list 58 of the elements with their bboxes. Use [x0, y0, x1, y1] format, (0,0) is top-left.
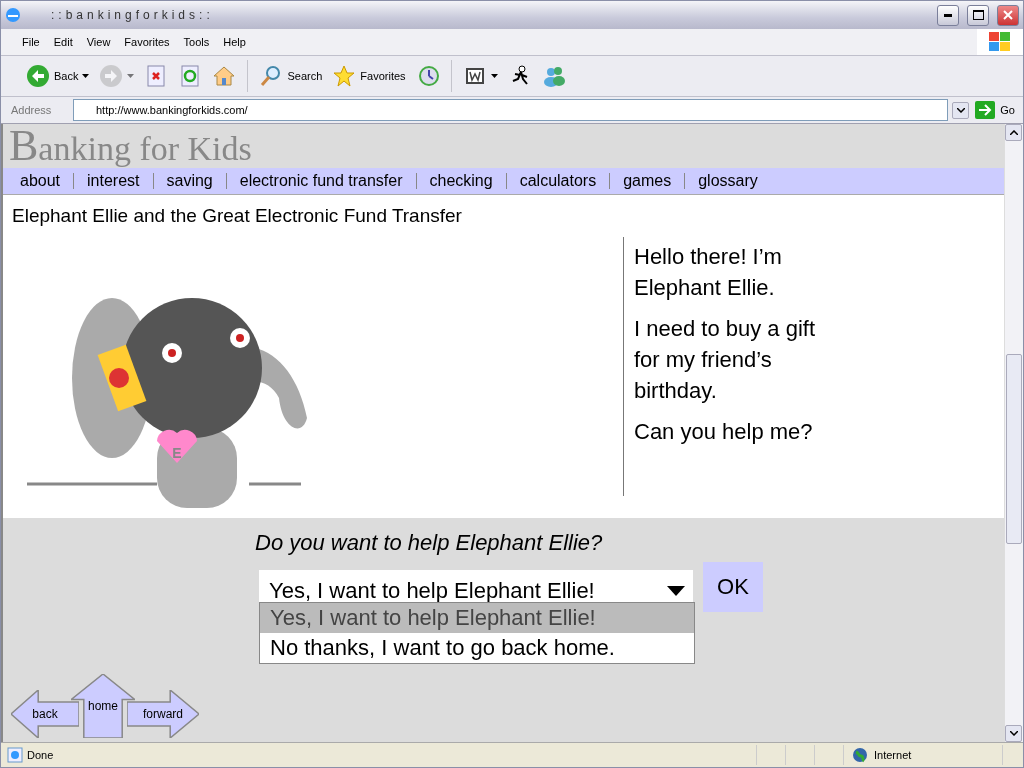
nav-link[interactable]: glossary — [685, 172, 771, 190]
maximize-button[interactable] — [967, 4, 989, 26]
close-icon — [1003, 10, 1013, 20]
home-icon — [212, 64, 237, 88]
nav-link[interactable]: electronic fund transfer — [226, 172, 416, 190]
menu-item[interactable]: Tools — [176, 34, 217, 50]
caret-icon — [82, 74, 90, 78]
scrollbar-thumb[interactable] — [1006, 354, 1022, 544]
menu-item[interactable]: View — [79, 34, 118, 50]
menu-item[interactable]: Edit — [46, 34, 80, 50]
nav-link[interactable]: calculators — [506, 172, 610, 190]
minimize-icon — [944, 13, 952, 17]
dropdown-option[interactable]: Yes, I want to help Elephant Ellie! — [260, 603, 694, 633]
nav-link[interactable]: interest — [74, 172, 153, 190]
ok-button[interactable]: OK — [703, 562, 763, 612]
nav-link[interactable]: about — [7, 172, 74, 190]
menu-item[interactable]: Help — [216, 34, 253, 50]
speech-paragraph: Can you help me? — [634, 418, 814, 446]
back-toolbar-button[interactable]: Back — [23, 62, 93, 90]
maximize-icon — [972, 10, 984, 20]
speech-paragraph: Hello there! I’m Elephant Ellie. — [634, 243, 783, 302]
forward-arrow-button[interactable]: forward — [127, 690, 199, 738]
chevron-down-icon — [956, 107, 965, 113]
status-text: Done — [27, 749, 54, 761]
windows-logo-icon — [989, 32, 1011, 52]
address-label: Address — [11, 104, 53, 116]
search-toolbar-button[interactable]: Search — [256, 62, 326, 90]
address-field[interactable]: http://www.bankingforkids.com/ — [73, 99, 949, 121]
page-icon — [7, 747, 23, 763]
chevron-down-icon — [1009, 731, 1018, 736]
scroll-down-button[interactable] — [1005, 725, 1022, 742]
site-logo: Banking for Kids — [8, 124, 253, 168]
chevron-up-icon — [1009, 130, 1018, 135]
star-icon — [332, 64, 357, 88]
window-title: ::bankingforkids:: — [51, 8, 215, 22]
page-heading: Elephant Ellie and the Great Electronic Fund Transfer — [11, 204, 463, 227]
close-button[interactable] — [997, 4, 1019, 26]
nav-link[interactable]: checking — [416, 172, 506, 190]
globe-icon — [852, 747, 868, 763]
nav-link[interactable]: games — [610, 172, 685, 190]
back-arrow-button[interactable]: back — [11, 690, 79, 738]
heart-letter: E — [172, 445, 182, 461]
nav-link[interactable]: saving — [153, 172, 226, 190]
minimize-button[interactable] — [937, 4, 959, 26]
go-button[interactable]: Go — [973, 101, 1017, 119]
zone-text: Internet — [874, 749, 912, 761]
scroll-up-button[interactable] — [1005, 124, 1022, 141]
dropdown-arrow-icon — [667, 586, 685, 596]
caret-icon — [490, 74, 498, 78]
menu-item[interactable]: Favorites — [117, 34, 177, 50]
home-arrow-button[interactable]: home — [71, 674, 135, 738]
people-icon — [541, 64, 566, 88]
favorites-toolbar-button[interactable]: Favorites — [329, 62, 409, 90]
question-text: Do you want to help Elephant Ellie? — [255, 530, 604, 556]
caret-icon — [127, 74, 135, 78]
address-dropdown-button[interactable] — [952, 101, 970, 119]
menu-item[interactable]: File — [15, 34, 47, 50]
speech-paragraph: I need to buy a gift for my friend’s birthday. — [634, 315, 817, 405]
